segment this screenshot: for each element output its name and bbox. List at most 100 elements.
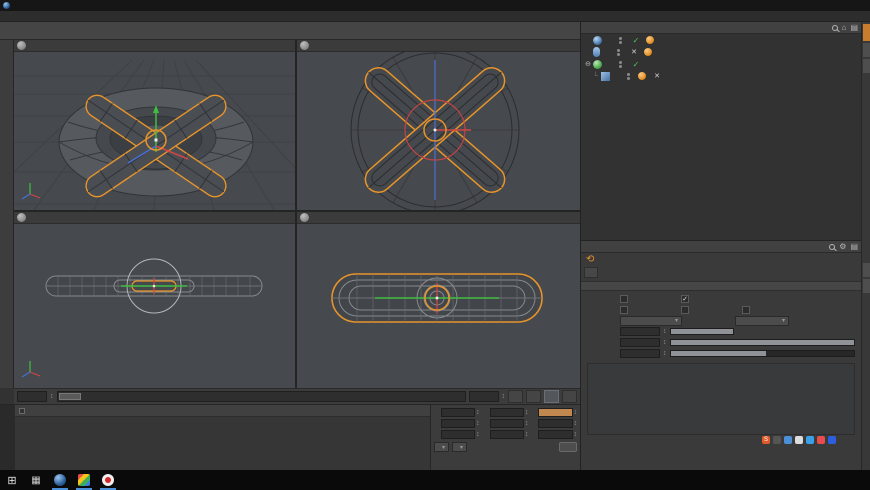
lock-icon[interactable]: ⚙: [839, 242, 846, 251]
taskbar-recorder-icon[interactable]: [96, 470, 120, 490]
size-y-input[interactable]: [489, 419, 524, 428]
strength-input[interactable]: [620, 338, 660, 347]
phong-tag-icon[interactable]: [638, 72, 646, 80]
layout-tab[interactable]: [863, 24, 870, 41]
frame-stepper[interactable]: ↕: [50, 393, 54, 400]
front-canvas: [331, 273, 543, 323]
hierarchy-branch-icon: └: [593, 72, 598, 80]
front-view[interactable]: [297, 224, 580, 388]
task-view-button[interactable]: ▦: [24, 470, 48, 490]
start-button[interactable]: ⊞: [0, 470, 24, 490]
section-header[interactable]: [581, 281, 861, 291]
viewport-right: [14, 212, 295, 388]
viewport-menu-icon[interactable]: [300, 213, 309, 222]
axis-indicator: [21, 361, 41, 378]
watermark-mini-icon: [773, 436, 781, 444]
taskbar: ⊞ ▦: [0, 470, 870, 490]
main-toolbar: [0, 22, 580, 40]
taskbar-app-icon[interactable]: [72, 470, 96, 490]
width-input[interactable]: [620, 349, 660, 358]
enabled-check-icon[interactable]: ✓: [631, 60, 641, 69]
perspective-view[interactable]: [14, 52, 295, 210]
coord-mode-dropdown[interactable]: ▾: [434, 442, 450, 452]
viewport-menu-icon[interactable]: [300, 41, 309, 50]
axis-indicator: [21, 183, 41, 200]
top-view[interactable]: [297, 52, 580, 210]
end-frame-input[interactable]: [468, 391, 499, 402]
timeline-options-icon[interactable]: [562, 390, 577, 403]
record-button[interactable]: [526, 390, 541, 403]
object-row[interactable]: ✓: [581, 34, 861, 46]
layout-tab[interactable]: [863, 43, 870, 57]
phong-tag-icon[interactable]: [644, 48, 652, 56]
toolbar-icon[interactable]: [2, 23, 17, 38]
mirror-checkbox[interactable]: [620, 305, 628, 314]
current-frame-input[interactable]: [17, 391, 47, 402]
visibility-dots[interactable]: [619, 60, 625, 69]
left-tool-icon[interactable]: [1, 43, 13, 55]
right-view[interactable]: [14, 224, 295, 388]
viewport-top: [297, 40, 580, 210]
enabled-check-icon[interactable]: ✓: [631, 36, 641, 45]
viewport-perspective: [14, 40, 295, 210]
size-z-input[interactable]: [489, 430, 524, 439]
object-row[interactable]: ✕: [581, 46, 861, 58]
transport-button[interactable]: [508, 390, 523, 403]
cross-tag-icon[interactable]: ✕: [652, 72, 662, 80]
viewport-menu-icon[interactable]: [17, 41, 26, 50]
panel-icon[interactable]: ▤: [850, 23, 858, 32]
coord-size-dropdown[interactable]: ▾: [452, 442, 468, 452]
rotation-p-input[interactable]: [538, 419, 573, 428]
layout-tab[interactable]: [863, 279, 870, 293]
attribute-menu: ⚙ ▤: [581, 241, 861, 253]
visibility-dots[interactable]: [617, 48, 623, 57]
panel-icon[interactable]: ▤: [850, 242, 858, 251]
viewport-menu-icon[interactable]: [17, 213, 26, 222]
radius-input[interactable]: [620, 327, 660, 336]
frame-stepper[interactable]: ↕: [502, 393, 506, 400]
position-y-input[interactable]: [441, 419, 476, 428]
falloff-curve-graph[interactable]: [587, 363, 855, 435]
viewport-front: [297, 212, 580, 388]
title-bar: [0, 0, 870, 11]
maxon-logo: [0, 405, 15, 471]
attribute-tab[interactable]: [584, 267, 598, 278]
timeline-marker[interactable]: [58, 393, 81, 400]
cinema4d-window: ↕ ↕ ↕ ↕ ↕ ↕ ↕ ↕ ↕ ↕ ↕ ▾ ▾ ⌂ ▤ ✓ ✕ ⊖ ✓ └ …: [0, 0, 870, 490]
watermark-mini-icon: [828, 436, 836, 444]
search-icon[interactable]: [829, 243, 836, 250]
search-icon[interactable]: [831, 24, 838, 31]
viewport-area: [14, 40, 580, 388]
object-row[interactable]: ⊖ ✓: [581, 58, 861, 70]
layout-tab[interactable]: [863, 263, 870, 277]
radius-slider[interactable]: [669, 328, 734, 335]
apply-button[interactable]: [559, 442, 577, 452]
visible-only-checkbox[interactable]: [681, 305, 689, 314]
phong-tag-icon[interactable]: [646, 36, 654, 44]
material-menu-icon[interactable]: [19, 407, 25, 414]
layout-tab[interactable]: [863, 59, 870, 73]
strength-slider[interactable]: [669, 339, 855, 346]
position-z-input[interactable]: [441, 430, 476, 439]
object-row[interactable]: └ ✕: [581, 70, 861, 82]
mode-dropdown[interactable]: ▾: [735, 315, 789, 326]
cross-tag-icon[interactable]: ✕: [629, 48, 639, 56]
taskbar-c4d-icon[interactable]: [48, 470, 72, 490]
rotation-h-input[interactable]: [538, 408, 573, 417]
timeline-slider[interactable]: [56, 391, 466, 402]
position-x-input[interactable]: [441, 408, 476, 417]
cube-object-icon: [601, 71, 610, 81]
visibility-dots[interactable]: [619, 36, 625, 45]
viewport-header: [297, 212, 580, 224]
rotation-b-input[interactable]: [538, 430, 573, 439]
expand-icon[interactable]: ⊖: [585, 60, 593, 68]
falloff-dropdown[interactable]: ▾: [620, 315, 682, 326]
surface-checkbox[interactable]: ✓: [681, 294, 689, 303]
visibility-dots[interactable]: [627, 72, 633, 81]
enable-checkbox[interactable]: [620, 294, 628, 303]
size-x-input[interactable]: [489, 408, 524, 417]
key-toggle[interactable]: [544, 390, 559, 403]
home-icon[interactable]: ⌂: [842, 23, 847, 32]
width-slider[interactable]: [669, 350, 855, 357]
hidden-checkbox[interactable]: [742, 305, 750, 314]
